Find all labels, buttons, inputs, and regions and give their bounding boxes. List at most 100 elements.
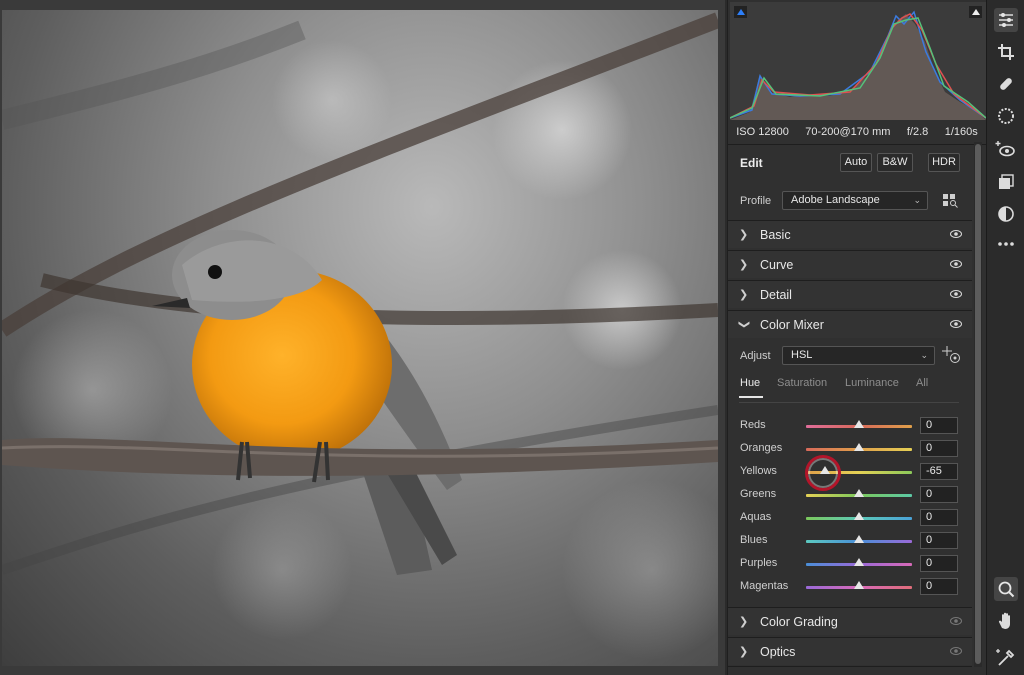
- eye-icon[interactable]: [950, 260, 962, 268]
- slider-row-reds: Reds 0: [728, 415, 972, 437]
- divider: [728, 666, 972, 667]
- section-color-grading[interactable]: ❯ Color Grading: [728, 607, 972, 635]
- photo-illustration: [2, 12, 718, 660]
- focus-highlight-ring: [805, 455, 841, 491]
- slider-row-purples: Purples 0: [728, 553, 972, 575]
- exif-lens: 70-200@170 mm: [805, 126, 891, 138]
- eye-icon[interactable]: [950, 230, 962, 238]
- section-title: Optics: [760, 645, 796, 659]
- chevron-down-icon: ⌄: [913, 195, 921, 205]
- chevron-right-icon: ❯: [739, 259, 749, 271]
- eye-icon[interactable]: [950, 647, 962, 655]
- slider-value-yellows[interactable]: -65: [920, 463, 958, 480]
- slider-thumb-aquas[interactable]: [854, 512, 864, 520]
- slider-value-blues[interactable]: 0: [920, 532, 958, 549]
- slider-row-blues: Blues 0: [728, 530, 972, 552]
- slider-row-magentas: Magentas 0: [728, 576, 972, 598]
- slider-thumb-purples[interactable]: [854, 558, 864, 566]
- slider-label: Greens: [740, 488, 777, 500]
- slider-label: Oranges: [740, 442, 783, 454]
- active-tab-indicator: [739, 396, 763, 398]
- exif-aperture: f/2.8: [906, 126, 929, 138]
- photo-image[interactable]: [2, 10, 718, 666]
- chevron-down-icon: ⌄: [920, 350, 928, 360]
- healing-icon[interactable]: [994, 72, 1018, 96]
- slider-value-reds[interactable]: 0: [920, 417, 958, 434]
- highlight-clipping-toggle[interactable]: [969, 6, 982, 18]
- hand-icon[interactable]: [994, 609, 1018, 633]
- edit-panel: ISO 12800 70-200@170 mm f/2.8 1/160s Edi…: [727, 0, 987, 675]
- panel-scrollbar[interactable]: [974, 142, 982, 667]
- targeted-adjustment-icon[interactable]: [942, 346, 962, 364]
- section-curve[interactable]: ❯ Curve: [728, 250, 972, 278]
- section-basic[interactable]: ❯ Basic: [728, 220, 972, 248]
- profile-browser-icon[interactable]: [943, 194, 959, 208]
- chevron-right-icon: ❯: [739, 289, 749, 301]
- profile-value: Adobe Landscape: [791, 194, 880, 206]
- tool-strip: [986, 0, 1024, 675]
- profile-select[interactable]: Adobe Landscape ⌄: [782, 191, 928, 210]
- snapshots-icon[interactable]: [994, 202, 1018, 226]
- adjust-value: HSL: [791, 349, 813, 361]
- bw-button[interactable]: B&W: [877, 153, 913, 172]
- divider: [739, 402, 959, 403]
- hdr-button[interactable]: HDR: [928, 153, 960, 172]
- edit-title: Edit: [740, 156, 763, 170]
- chevron-down-icon: ❯: [738, 319, 751, 330]
- slider-thumb-magentas[interactable]: [854, 581, 864, 589]
- profile-label: Profile: [740, 195, 772, 207]
- slider-value-purples[interactable]: 0: [920, 555, 958, 572]
- slider-value-greens[interactable]: 0: [920, 486, 958, 503]
- auto-button[interactable]: Auto: [840, 153, 872, 172]
- slider-row-greens: Greens 0: [728, 484, 972, 506]
- section-title: Color Grading: [760, 615, 838, 629]
- slider-value-aquas[interactable]: 0: [920, 509, 958, 526]
- shadow-clipping-toggle[interactable]: [734, 6, 747, 18]
- photo-canvas[interactable]: [0, 0, 725, 675]
- section-detail[interactable]: ❯ Detail: [728, 280, 972, 308]
- eye-icon[interactable]: [950, 320, 962, 328]
- section-optics[interactable]: ❯ Optics: [728, 637, 972, 665]
- eye-icon[interactable]: [950, 290, 962, 298]
- adjust-select[interactable]: HSL ⌄: [782, 346, 935, 365]
- slider-thumb-reds[interactable]: [854, 420, 864, 428]
- slider-label: Magentas: [740, 580, 789, 592]
- mask-icon[interactable]: [994, 104, 1018, 128]
- histogram[interactable]: [730, 2, 986, 120]
- zoom-icon[interactable]: [994, 577, 1018, 601]
- slider-label: Reds: [740, 419, 766, 431]
- slider-label: Aquas: [740, 511, 772, 523]
- slider-label: Yellows: [740, 465, 777, 477]
- slider-value-oranges[interactable]: 0: [920, 440, 958, 457]
- redeye-icon[interactable]: [994, 138, 1018, 162]
- tab-luminance[interactable]: Luminance: [845, 377, 899, 389]
- edit-header: Edit Auto B&W HDR: [728, 148, 986, 178]
- adjust-label: Adjust: [740, 350, 771, 362]
- exif-iso: ISO 12800: [736, 126, 789, 138]
- tab-saturation[interactable]: Saturation: [777, 377, 827, 389]
- presets-icon[interactable]: [994, 170, 1018, 194]
- profile-row: Profile Adobe Landscape ⌄: [728, 188, 986, 214]
- crop-icon[interactable]: [994, 40, 1018, 64]
- slider-thumb-greens[interactable]: [854, 489, 864, 497]
- chevron-right-icon: ❯: [739, 646, 749, 658]
- slider-thumb-oranges[interactable]: [854, 443, 864, 451]
- section-title: Detail: [760, 288, 792, 302]
- scrollbar-thumb[interactable]: [975, 144, 981, 664]
- color-sampler-icon[interactable]: [994, 646, 1018, 670]
- chevron-right-icon: ❯: [739, 229, 749, 241]
- section-title: Basic: [760, 228, 791, 242]
- tab-hue[interactable]: Hue: [740, 377, 760, 389]
- slider-row-aquas: Aquas 0: [728, 507, 972, 529]
- section-color-mixer[interactable]: ❯ Color Mixer: [728, 310, 972, 338]
- divider: [728, 144, 986, 145]
- edit-sliders-icon[interactable]: [994, 8, 1018, 32]
- slider-thumb-blues[interactable]: [854, 535, 864, 543]
- slider-row-oranges: Oranges 0: [728, 438, 972, 460]
- tab-all[interactable]: All: [916, 377, 928, 389]
- slider-value-magentas[interactable]: 0: [920, 578, 958, 595]
- eye-icon[interactable]: [950, 617, 962, 625]
- slider-label: Blues: [740, 534, 768, 546]
- slider-label: Purples: [740, 557, 778, 569]
- more-icon[interactable]: [994, 232, 1018, 256]
